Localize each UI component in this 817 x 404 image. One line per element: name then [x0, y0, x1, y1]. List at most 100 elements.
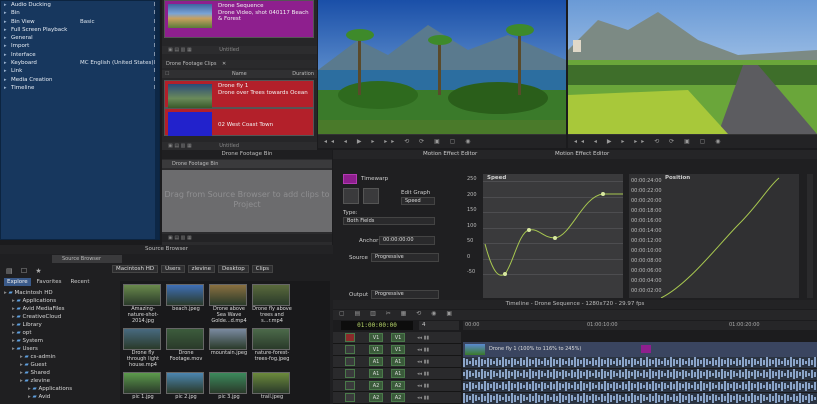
track-selector[interactable]: A1 — [369, 357, 383, 366]
track-header[interactable]: A2 A2 ◂◂ ▮▮ — [333, 380, 461, 392]
track-header[interactable]: A2 A2 ◂◂ ▮▮ — [333, 392, 461, 404]
video-clip[interactable]: Drone fly 1 (100% to 116% to 245%) — [463, 342, 817, 357]
folder-item[interactable]: ▸ ▰ System — [4, 337, 114, 345]
file-thumbnail[interactable]: Drone above Sea Wave Golde...d.mp4 — [209, 284, 249, 324]
folder-item[interactable]: ▸ ▰ Avid MediaFiles — [4, 305, 114, 313]
folder-item[interactable]: ▸ ▰ Users — [4, 345, 114, 353]
track-controls-icon[interactable]: ◂◂ ▮▮ — [417, 383, 429, 389]
settings-item[interactable]: ▸KeyboardMC English (United States)L — [1, 59, 159, 67]
track-header[interactable]: A1 A1 ◂◂ ▮▮ — [333, 368, 461, 380]
audio-waveform[interactable] — [463, 369, 817, 380]
track-selector[interactable]: A1 — [369, 369, 383, 378]
folder-item[interactable]: ▸ ▰ Guest — [4, 361, 114, 369]
source-viewer[interactable]: ◂◂ ◂ ▶ ▸ ▸▸ ⟲ ⟳ ▣ ▢ ◉ — [318, 0, 566, 148]
disclosure-icon[interactable]: ▸ — [4, 1, 7, 9]
output-select[interactable]: Progressive — [371, 290, 439, 299]
bin-tab[interactable]: Drone Footage Clips ✕ — [162, 60, 317, 68]
tab-recent[interactable]: Recent — [68, 278, 93, 286]
effect-preview-2[interactable] — [363, 188, 379, 204]
list-view-icon[interactable]: ▣ ▤ ▥ ▦ — [168, 47, 192, 53]
folder-item[interactable]: ▸ ▰ CreativeCloud — [4, 313, 114, 321]
clip-row-2[interactable]: 02 West Coast Town — [164, 108, 314, 136]
settings-item[interactable]: ▸LinkL — [1, 67, 159, 75]
folder-item[interactable]: ▸ ▰ zlevine — [4, 377, 114, 385]
audio-waveform[interactable] — [463, 381, 817, 392]
position-curve[interactable] — [629, 174, 799, 298]
disclosure-icon[interactable]: ▸ — [4, 59, 7, 67]
file-thumbnail[interactable]: beach.jpeg — [166, 284, 206, 313]
track-controls-icon[interactable]: ◂◂ ▮▮ — [417, 347, 429, 353]
file-thumbnail[interactable]: Drone Footage.mov — [166, 328, 206, 363]
column-duration[interactable]: Duration — [292, 70, 314, 78]
settings-item[interactable]: ▸ImportL — [1, 42, 159, 50]
settings-item[interactable]: ▸Audio DuckingL — [1, 1, 159, 9]
folder-item[interactable]: ▸ ▰ opt — [4, 329, 114, 337]
tab-explore[interactable]: Explore — [4, 278, 31, 286]
disclosure-icon[interactable]: ▸ — [4, 76, 7, 84]
file-thumbnail[interactable]: pic 3.jpg — [209, 372, 249, 401]
file-thumbnail[interactable]: trail.jpeg — [252, 372, 292, 401]
record-viewer[interactable]: ◂◂ ◂ ▶ ▸ ▸▸ ⟲ ⟳ ▣ ▢ ◉ — [568, 0, 817, 148]
settings-item[interactable]: ▸Full Screen PlaybackL — [1, 26, 159, 34]
effect-preview-1[interactable] — [343, 188, 359, 204]
speed-curve[interactable] — [483, 174, 623, 298]
file-thumbnail[interactable]: Drone fly through light house.mp4 — [123, 328, 163, 368]
breadcrumb-item[interactable]: Users — [161, 265, 185, 273]
folder-item[interactable]: ▸ ▰ Avid — [4, 393, 114, 401]
breadcrumb-item[interactable]: Desktop — [218, 265, 249, 273]
track-selector[interactable]: A2 — [369, 393, 383, 402]
timewarp-icon[interactable] — [343, 174, 357, 184]
settings-item[interactable]: ▸InterfaceL — [1, 51, 159, 59]
position-graph[interactable]: Position 00:00:24:00 00:00:22:00 00:00:20:… — [629, 174, 799, 298]
effect-icon[interactable] — [641, 345, 651, 353]
record-toggle[interactable] — [345, 357, 355, 366]
tab-favorites[interactable]: Favorites — [34, 278, 65, 286]
file-thumbnail[interactable]: nature-forest-trees-fog.jpeg — [252, 328, 292, 363]
browser-nav-icons[interactable]: ▤ ☐ ★ — [6, 267, 45, 275]
file-thumbnail[interactable]: Drone fly above trees and s...r.mp4 — [252, 284, 292, 324]
track-header[interactable]: V1 V1 ◂◂ ▮▮ — [333, 332, 461, 344]
type-select[interactable]: Both Fields — [343, 217, 435, 225]
file-thumbnail[interactable]: pic 2.jpg — [166, 372, 206, 401]
breadcrumb-item[interactable]: zlevine — [187, 265, 216, 273]
settings-scrollbar[interactable] — [155, 1, 159, 239]
track-controls-icon[interactable]: ◂◂ ▮▮ — [417, 335, 429, 341]
file-thumbnail[interactable]: Amazing-nature-shot-2014.jpg — [123, 284, 163, 324]
audio-waveform[interactable] — [463, 357, 817, 368]
settings-item[interactable]: ▸Media CreationL — [1, 76, 159, 84]
track-patch[interactable]: A2 — [391, 381, 405, 390]
track-controls-icon[interactable]: ◂◂ ▮▮ — [417, 359, 429, 365]
speed-graph[interactable]: Speed — [483, 174, 623, 298]
track-patch[interactable]: A2 — [391, 393, 405, 402]
track-patch[interactable]: A1 — [391, 369, 405, 378]
breadcrumb-item[interactable]: Macintosh HD — [112, 265, 159, 273]
folder-item[interactable]: ▸ ▰ Library — [4, 321, 114, 329]
record-toggle[interactable] — [345, 369, 355, 378]
breadcrumb-item[interactable]: Clips — [251, 265, 273, 273]
source-select[interactable]: Progressive — [371, 253, 439, 262]
track-controls-icon[interactable]: ◂◂ ▮▮ — [417, 395, 429, 401]
track-selector[interactable]: V1 — [369, 333, 383, 342]
master-timecode[interactable]: 01:00:00:00 — [341, 321, 413, 330]
disclosure-icon[interactable]: ▸ — [4, 26, 7, 34]
disclosure-icon[interactable]: ▸ — [4, 51, 7, 59]
file-thumbnail[interactable]: mountain.jpeg — [209, 328, 249, 357]
clip-row-1[interactable]: Drone fly 1 Drone over Trees towards Oce… — [164, 80, 314, 108]
settings-item[interactable]: ▸TimelineL — [1, 84, 159, 92]
folder-item[interactable]: ▸ ▰ cs-admin — [4, 353, 114, 361]
track-header[interactable]: V1 V1 ◂◂ ▮▮ — [333, 344, 461, 356]
view-mode-icon[interactable]: ▣ ▤ ▥ ▦ — [168, 235, 192, 241]
sequence-clip[interactable]: Drone Sequence Drone Video, shot 040117 … — [164, 0, 314, 38]
track-controls-icon[interactable]: ◂◂ ▮▮ — [417, 371, 429, 377]
folder-item[interactable]: ▸ ▰ Macintosh HD — [4, 289, 114, 297]
browser-tab[interactable]: Source Browser — [52, 255, 122, 263]
audio-waveform[interactable] — [463, 393, 817, 404]
disclosure-icon[interactable]: ▸ — [4, 34, 7, 42]
motion-editor-scrollbar[interactable] — [807, 174, 813, 298]
column-name[interactable]: Name — [232, 70, 247, 78]
track-selector[interactable]: V1 — [369, 345, 383, 354]
record-toggle[interactable] — [345, 393, 355, 402]
folder-item[interactable]: ▸ ▰ Shared — [4, 369, 114, 377]
record-toggle[interactable] — [345, 381, 355, 390]
folder-item[interactable]: ▸ ▰ Applications — [4, 297, 114, 305]
